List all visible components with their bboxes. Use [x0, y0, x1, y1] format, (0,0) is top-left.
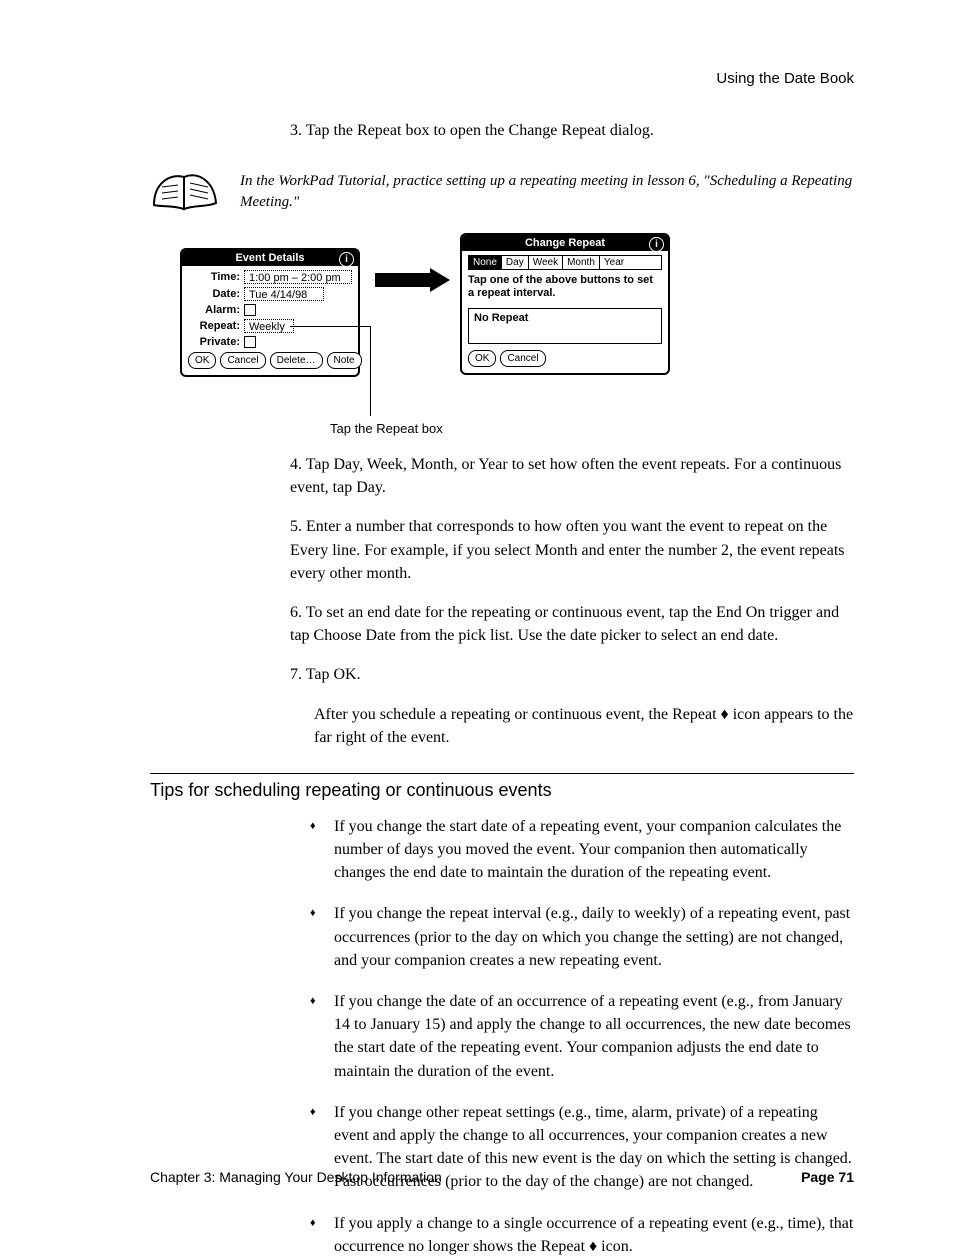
alarm-checkbox[interactable]: [244, 304, 256, 316]
repeat-label: Repeat:: [188, 320, 244, 332]
repeat-day-button[interactable]: Day: [502, 256, 529, 269]
page-header: Using the Date Book: [150, 70, 854, 87]
tips-list: If you change the start date of a repeat…: [310, 815, 854, 1258]
arrow-icon: [375, 268, 450, 292]
repeat-none-button[interactable]: None: [469, 256, 502, 269]
repeat-field[interactable]: Weekly: [244, 319, 294, 333]
tip-item: If you change the date of an occurrence …: [310, 990, 854, 1083]
event-details-title: Event Details i: [182, 250, 358, 266]
info-icon[interactable]: i: [649, 237, 664, 252]
step-5: 5. Enter a number that corresponds to ho…: [290, 515, 854, 585]
tip-item: If you change the repeat interval (e.g.,…: [310, 902, 854, 972]
change-repeat-title: Change Repeat i: [462, 235, 668, 251]
repeat-month-button[interactable]: Month: [563, 256, 600, 269]
repeat-summary-box: No Repeat: [468, 308, 662, 344]
repeat-cancel-button[interactable]: Cancel: [500, 350, 545, 367]
repeat-instruction: Tap one of the above buttons to set a re…: [468, 274, 662, 300]
footer-chapter: Chapter 3: Managing Your Desktop Informa…: [150, 1169, 442, 1185]
repeat-segment-group: None Day Week Month Year: [468, 255, 662, 270]
callout-text: Tap the Repeat box: [330, 421, 443, 437]
time-label: Time:: [188, 271, 244, 283]
footer-page-number: Page 71: [801, 1169, 854, 1185]
repeat-ok-button[interactable]: OK: [468, 350, 496, 367]
step-6: 6. To set an end date for the repeating …: [290, 601, 854, 647]
time-field[interactable]: 1:00 pm – 2:00 pm: [244, 270, 352, 284]
after-ok-text: After you schedule a repeating or contin…: [314, 703, 854, 749]
private-checkbox[interactable]: [244, 336, 256, 348]
step-7: 7. Tap OK.: [290, 663, 854, 686]
date-field[interactable]: Tue 4/14/98: [244, 287, 324, 301]
callout-line: [290, 326, 370, 327]
cancel-button[interactable]: Cancel: [220, 352, 265, 369]
change-repeat-dialog: Change Repeat i None Day Week Month Year…: [460, 233, 670, 375]
tip-item: If you change the start date of a repeat…: [310, 815, 854, 885]
figure: Event Details i Time: 1:00 pm – 2:00 pm …: [180, 233, 854, 443]
page-footer: Chapter 3: Managing Your Desktop Informa…: [150, 1169, 854, 1185]
callout-line: [370, 326, 371, 416]
tutorial-caption: In the WorkPad Tutorial, practice settin…: [240, 171, 854, 212]
private-label: Private:: [188, 336, 244, 348]
step-4: 4. Tap Day, Week, Month, or Year to set …: [290, 453, 854, 499]
event-details-dialog: Event Details i Time: 1:00 pm – 2:00 pm …: [180, 248, 360, 377]
delete-button[interactable]: Delete…: [270, 352, 323, 369]
note-button[interactable]: Note: [327, 352, 362, 369]
alarm-label: Alarm:: [188, 304, 244, 316]
open-book-icon: [150, 165, 220, 218]
ok-button[interactable]: OK: [188, 352, 216, 369]
info-icon[interactable]: i: [339, 252, 354, 267]
repeat-week-button[interactable]: Week: [529, 256, 563, 269]
repeat-year-button[interactable]: Year: [600, 256, 628, 269]
step-3: 3. Tap the Repeat box to open the Change…: [290, 122, 854, 140]
date-label: Date:: [188, 288, 244, 300]
tips-heading: Tips for scheduling repeating or continu…: [150, 773, 854, 801]
